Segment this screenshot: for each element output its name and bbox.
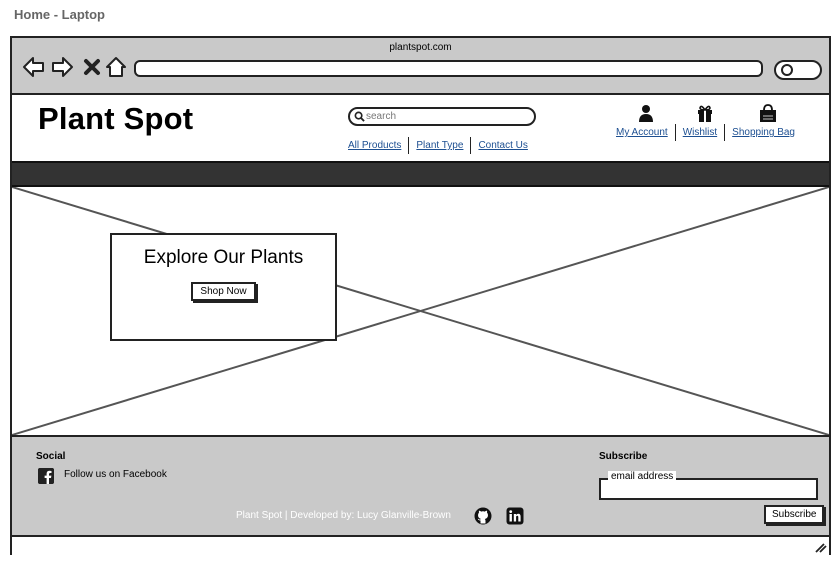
address-bar[interactable] [134,60,763,77]
search-input[interactable] [366,109,530,124]
back-arrow-icon[interactable] [22,55,46,79]
site-search-box[interactable] [348,107,536,126]
hero-image-placeholder: Explore Our Plants Shop Now [12,187,829,437]
shop-now-button[interactable]: Shop Now [191,282,256,301]
developer-credit: Plant Spot | Developed by: Lucy Glanvill… [236,510,451,521]
facebook-icon[interactable] [38,468,54,484]
forward-arrow-icon[interactable] [50,55,74,79]
browser-window: plantspot.com Plant Spot All Pro [10,36,831,555]
subscribe-button[interactable]: Subscribe [764,505,825,524]
divider [408,137,410,154]
navigation-bar [12,161,829,187]
nav-link-wishlist[interactable]: Wishlist [683,127,717,138]
account-nav: My Account Wishlist Shopping Bag [616,124,795,141]
divider [724,124,726,141]
email-field-label: email address [608,471,677,482]
nav-link-all-products[interactable]: All Products [348,140,401,151]
close-icon[interactable] [80,55,104,79]
browser-search-icon [781,64,793,76]
resize-grip-icon[interactable] [813,541,827,553]
nav-link-my-account[interactable]: My Account [616,127,668,138]
github-icon[interactable] [474,507,492,525]
hero-heading: Explore Our Plants [143,247,304,268]
browser-status-bar [12,537,829,555]
user-icon[interactable] [637,104,655,122]
linkedin-icon[interactable] [506,507,524,525]
site-header: Plant Spot All Products Plant Type Conta… [12,95,829,161]
browser-toolbar: plantspot.com [12,38,829,95]
gift-icon[interactable] [696,104,714,122]
search-icon [354,111,365,122]
url-title: plantspot.com [389,42,452,53]
social-heading: Social [36,451,66,462]
page-label: Home - Laptop [14,7,105,22]
browser-search-button[interactable] [774,60,822,80]
divider [674,124,676,141]
nav-link-plant-type[interactable]: Plant Type [416,140,463,151]
divider [470,137,472,154]
home-icon[interactable] [104,55,128,79]
main-nav: All Products Plant Type Contact Us [348,137,528,154]
subscribe-heading: Subscribe [599,451,648,462]
site-footer: Social Follow us on Facebook Plant Spot … [12,437,829,537]
shopping-bag-icon[interactable] [759,104,777,122]
nav-link-shopping-bag[interactable]: Shopping Bag [732,127,795,138]
nav-link-contact-us[interactable]: Contact Us [478,140,527,151]
facebook-link[interactable]: Follow us on Facebook [64,469,167,480]
hero-promo-box: Explore Our Plants Shop Now [110,233,337,341]
site-logo[interactable]: Plant Spot [38,101,193,137]
